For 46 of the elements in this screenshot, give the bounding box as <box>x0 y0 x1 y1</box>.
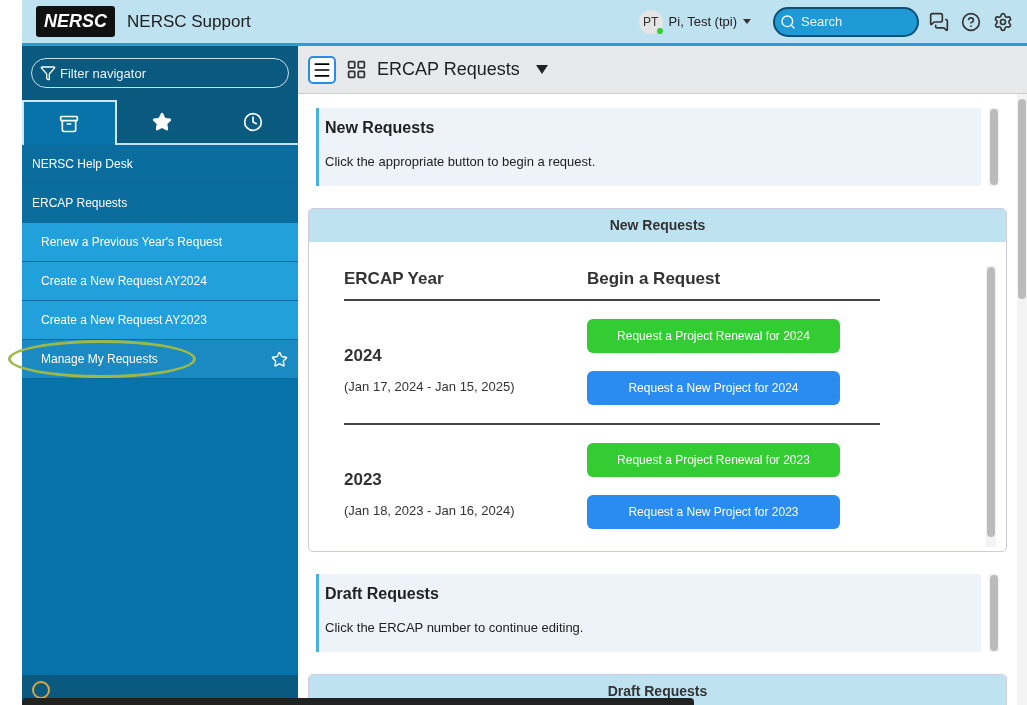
user-avatar: PT <box>638 9 663 34</box>
note-text: Click the appropriate button to begin a request. <box>325 153 597 171</box>
caret-icon <box>743 19 751 24</box>
menu-button[interactable] <box>308 55 336 84</box>
archive-icon <box>59 113 80 134</box>
star-icon <box>152 111 172 132</box>
date-range: (Jan 18, 2023 - Jan 16, 2024) <box>344 501 516 520</box>
grid-icon[interactable] <box>346 59 367 80</box>
chat-icon[interactable] <box>929 11 949 32</box>
request-button[interactable]: Request a New Project for 2024 <box>587 371 840 405</box>
year: 2024 <box>344 345 383 367</box>
nav-item[interactable]: NERSC Help Desk <box>22 145 298 184</box>
request-button[interactable]: Request a Project Renewal for 2024 <box>587 319 840 353</box>
scrollbar-thumb[interactable] <box>987 266 995 537</box>
note-title: New Requests <box>325 118 436 138</box>
help-icon[interactable] <box>961 11 981 32</box>
settings-icon[interactable] <box>993 11 1013 32</box>
date-range: (Jan 17, 2024 - Jan 15, 2025) <box>344 377 516 396</box>
filter-field[interactable]: Filter navigator <box>31 58 289 88</box>
page-title: ERCAP Requests <box>377 58 520 81</box>
request-button[interactable]: Request a Project Renewal for 2023 <box>587 443 840 477</box>
filter-icon <box>40 65 56 81</box>
scrollbar-thumb[interactable] <box>1018 99 1026 299</box>
clock-icon <box>242 111 263 132</box>
favorite-icon[interactable] <box>271 350 288 368</box>
app-title: NERSC Support <box>127 10 251 33</box>
nav-item[interactable]: Create a New Request AY2024 <box>22 262 298 301</box>
note-text: Click the ERCAP number to continue editing. <box>325 619 585 637</box>
request-button[interactable]: Request a New Project for 2023 <box>587 495 840 529</box>
nav-item[interactable]: Create a New Request AY2023 <box>22 301 298 340</box>
nav-item[interactable]: ERCAP Requests <box>22 184 298 223</box>
dropdown-caret-icon[interactable] <box>535 65 548 74</box>
logo: NERSC <box>36 6 115 37</box>
search-icon <box>780 13 796 30</box>
search-field[interactable]: Search <box>773 6 919 37</box>
nav-item[interactable]: Manage My Requests <box>22 340 298 379</box>
note-title: Draft Requests <box>325 584 440 604</box>
scrollbar-thumb[interactable] <box>990 109 998 185</box>
year: 2023 <box>344 469 383 491</box>
panel-header: New Requests <box>309 208 1006 242</box>
scrollbar-thumb[interactable] <box>990 575 998 651</box>
column-header: Begin a Request <box>587 267 721 290</box>
column-header: ERCAP Year <box>344 267 445 290</box>
user-menu[interactable]: Pi, Test (tpi) <box>668 11 751 32</box>
sidebar-tab[interactable] <box>22 100 117 145</box>
nav-item[interactable]: Renew a Previous Year's Request <box>22 223 298 262</box>
